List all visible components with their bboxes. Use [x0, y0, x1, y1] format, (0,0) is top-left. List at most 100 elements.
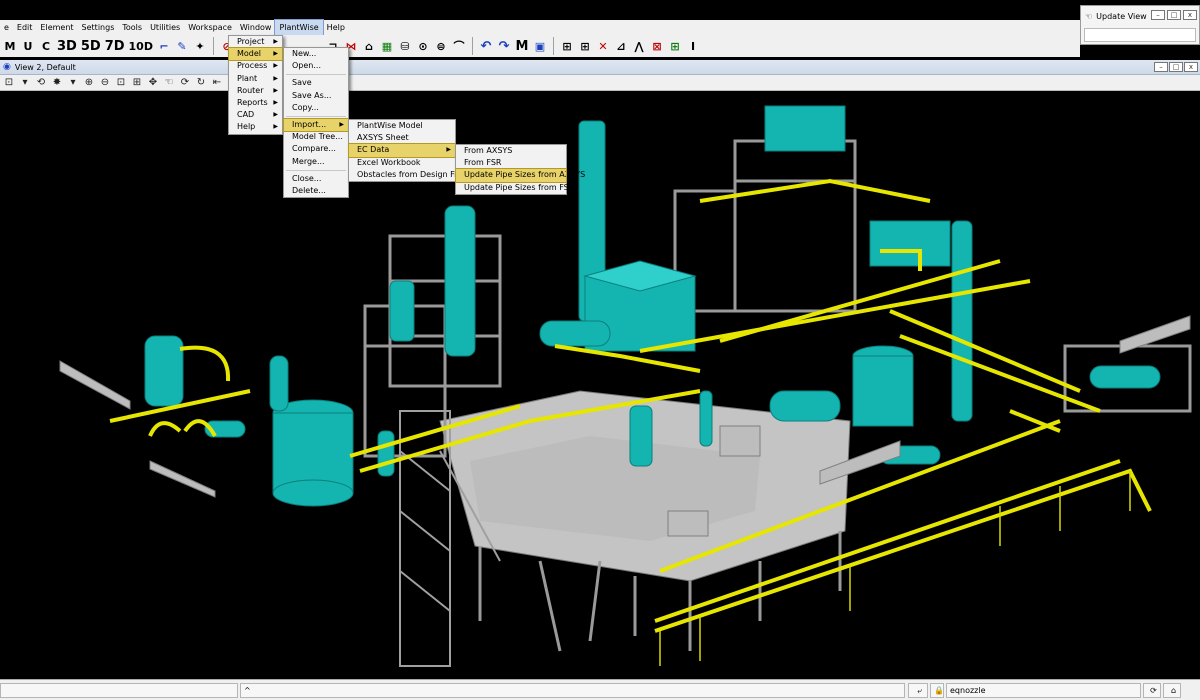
wand-icon[interactable]: ✦: [192, 37, 208, 55]
toolbar-button-10d[interactable]: 10D: [128, 37, 154, 55]
menu-item-cad[interactable]: CAD ▶: [229, 109, 282, 121]
chevron-down-icon[interactable]: ▾: [66, 76, 80, 89]
rotate-view-icon[interactable]: ↻: [194, 76, 208, 89]
menu-item-plant[interactable]: Plant ▶: [229, 73, 282, 85]
update-view-body[interactable]: [1084, 28, 1196, 42]
grid-select-icon[interactable]: ⊞: [559, 37, 575, 55]
zoom-window-icon[interactable]: ⊡: [114, 76, 128, 89]
pan-icon[interactable]: ✥: [146, 76, 160, 89]
toolbar-button-c[interactable]: C: [38, 37, 54, 55]
display-mode-icon[interactable]: ⊡: [2, 76, 16, 89]
view-restore-button[interactable]: □: [1169, 62, 1183, 72]
menu-item-router[interactable]: Router ▶: [229, 85, 282, 97]
menu-tools[interactable]: Tools: [118, 20, 146, 35]
toolbar-button-m[interactable]: M: [2, 37, 18, 55]
menu-file[interactable]: e: [0, 20, 13, 35]
refresh-icon[interactable]: ⟳: [1143, 683, 1161, 698]
remove-icon[interactable]: ⊠: [649, 37, 665, 55]
menu-item-reports[interactable]: Reports ▶: [229, 97, 282, 109]
view-previous-icon[interactable]: ⇤: [210, 76, 224, 89]
menu-item-from-fsr[interactable]: From FSR: [456, 157, 566, 169]
toolbar-button-5d[interactable]: 5D: [80, 37, 102, 55]
table-icon[interactable]: ⊞: [667, 37, 683, 55]
menu-settings[interactable]: Settings: [78, 20, 119, 35]
minimize-button[interactable]: –: [1151, 10, 1165, 20]
menu-item-open[interactable]: Open...: [284, 60, 348, 72]
menu-edit[interactable]: Edit: [13, 20, 37, 35]
menu-item-model-tree[interactable]: Model Tree...: [284, 131, 348, 143]
menu-item-help[interactable]: Help ▶: [229, 121, 282, 133]
view-close-button[interactable]: x: [1184, 62, 1198, 72]
grid-icon[interactable]: ▦: [379, 37, 395, 55]
menu-item-ec-data[interactable]: EC Data ▶: [348, 143, 456, 158]
menu-item-plantwise-model[interactable]: PlantWise Model: [349, 120, 455, 132]
column-left: [444, 205, 476, 357]
compressor-top: [764, 105, 846, 152]
status-bar: ^ ⤶ 🔒 eqnozzle ⟳ ⌂: [0, 679, 1200, 700]
menu-item-excel-workbook[interactable]: Excel Workbook: [349, 157, 455, 169]
menu-item-obstacles[interactable]: Obstacles from Design Files: [349, 169, 468, 181]
undo-icon[interactable]: ↶: [478, 37, 494, 55]
menu-item-copy[interactable]: Copy...: [284, 102, 348, 114]
command-field[interactable]: ^: [240, 683, 905, 698]
chevron-right-icon: ▶: [273, 111, 278, 119]
redo-icon[interactable]: ↷: [496, 37, 512, 55]
menu-item-model[interactable]: Model ▶: [228, 47, 283, 62]
vertical-small-1: [269, 355, 289, 412]
snap-icon[interactable]: ⤶: [908, 683, 928, 698]
flange-icon[interactable]: ⊜: [433, 37, 449, 55]
toolbar-button-7d[interactable]: 7D: [104, 37, 126, 55]
grid-add-icon[interactable]: ⊞: [577, 37, 593, 55]
chevron-down-icon[interactable]: ▾: [18, 76, 32, 89]
elbow-icon[interactable]: ⌒: [451, 37, 467, 55]
vessel-icon[interactable]: ⛁: [397, 37, 413, 55]
3d-viewport[interactable]: [0, 91, 1200, 679]
zoom-out-icon[interactable]: ⊖: [98, 76, 112, 89]
restore-button[interactable]: □: [1167, 10, 1181, 20]
delete-icon[interactable]: ✕: [595, 37, 611, 55]
menu-item-close[interactable]: Close...: [284, 173, 348, 185]
menu-item-process[interactable]: Process ▶: [229, 60, 282, 72]
menu-item-axsys-sheet[interactable]: AXSYS Sheet: [349, 132, 455, 144]
menu-item-from-axsys[interactable]: From AXSYS: [456, 145, 566, 157]
menu-item-project[interactable]: Project ▶: [229, 36, 282, 48]
window-icon[interactable]: ▣: [532, 37, 548, 55]
menu-workspace[interactable]: Workspace: [184, 20, 236, 35]
menu-item-new[interactable]: New...: [284, 48, 348, 60]
menu-plantwise[interactable]: PlantWise: [274, 19, 324, 36]
flip-icon[interactable]: ⊿: [613, 37, 629, 55]
tank-right: [852, 355, 914, 427]
menu-window[interactable]: Window: [236, 20, 276, 35]
toolbar-button-u[interactable]: U: [20, 37, 36, 55]
close-button[interactable]: x: [1183, 10, 1197, 20]
menu-item-delete[interactable]: Delete...: [284, 185, 348, 197]
menu-utilities[interactable]: Utilities: [146, 20, 184, 35]
camera-icon[interactable]: ⊙: [415, 37, 431, 55]
toolbar-separator: [552, 37, 554, 55]
angle-icon[interactable]: ⋀: [631, 37, 647, 55]
menu-help[interactable]: Help: [323, 20, 349, 35]
menu-item-update-pipe-sizes-fsr[interactable]: Update Pipe Sizes from FSR: [456, 182, 574, 194]
view-minimize-button[interactable]: –: [1154, 62, 1168, 72]
light-icon[interactable]: ✸: [50, 76, 64, 89]
measure-icon[interactable]: M: [514, 37, 530, 55]
toolbar-button-3d[interactable]: 3D: [56, 37, 78, 55]
rotate-icon[interactable]: ⟲: [34, 76, 48, 89]
pan-hand-icon[interactable]: ☜: [162, 76, 176, 89]
menu-item-compare[interactable]: Compare...: [284, 143, 348, 155]
pump-icon[interactable]: ⌂: [361, 37, 377, 55]
home-icon[interactable]: ⌂: [1163, 683, 1181, 698]
lock-icon[interactable]: 🔒: [930, 683, 944, 698]
menu-item-save-as[interactable]: Save As...: [284, 90, 348, 102]
menu-item-merge[interactable]: Merge...: [284, 156, 348, 168]
orbit-icon[interactable]: ⟳: [178, 76, 192, 89]
edit-route-icon[interactable]: ✎: [174, 37, 190, 55]
zoom-in-icon[interactable]: ⊕: [82, 76, 96, 89]
route-icon[interactable]: ⌐: [156, 37, 172, 55]
fit-view-icon[interactable]: ⊞: [130, 76, 144, 89]
menu-item-update-pipe-sizes-axsys[interactable]: Update Pipe Sizes from AXSYS: [455, 168, 585, 183]
menu-item-import[interactable]: Import... ▶: [283, 117, 349, 133]
menu-item-save[interactable]: Save: [284, 77, 348, 89]
text-cursor-icon[interactable]: I: [685, 37, 701, 55]
menu-element[interactable]: Element: [36, 20, 77, 35]
